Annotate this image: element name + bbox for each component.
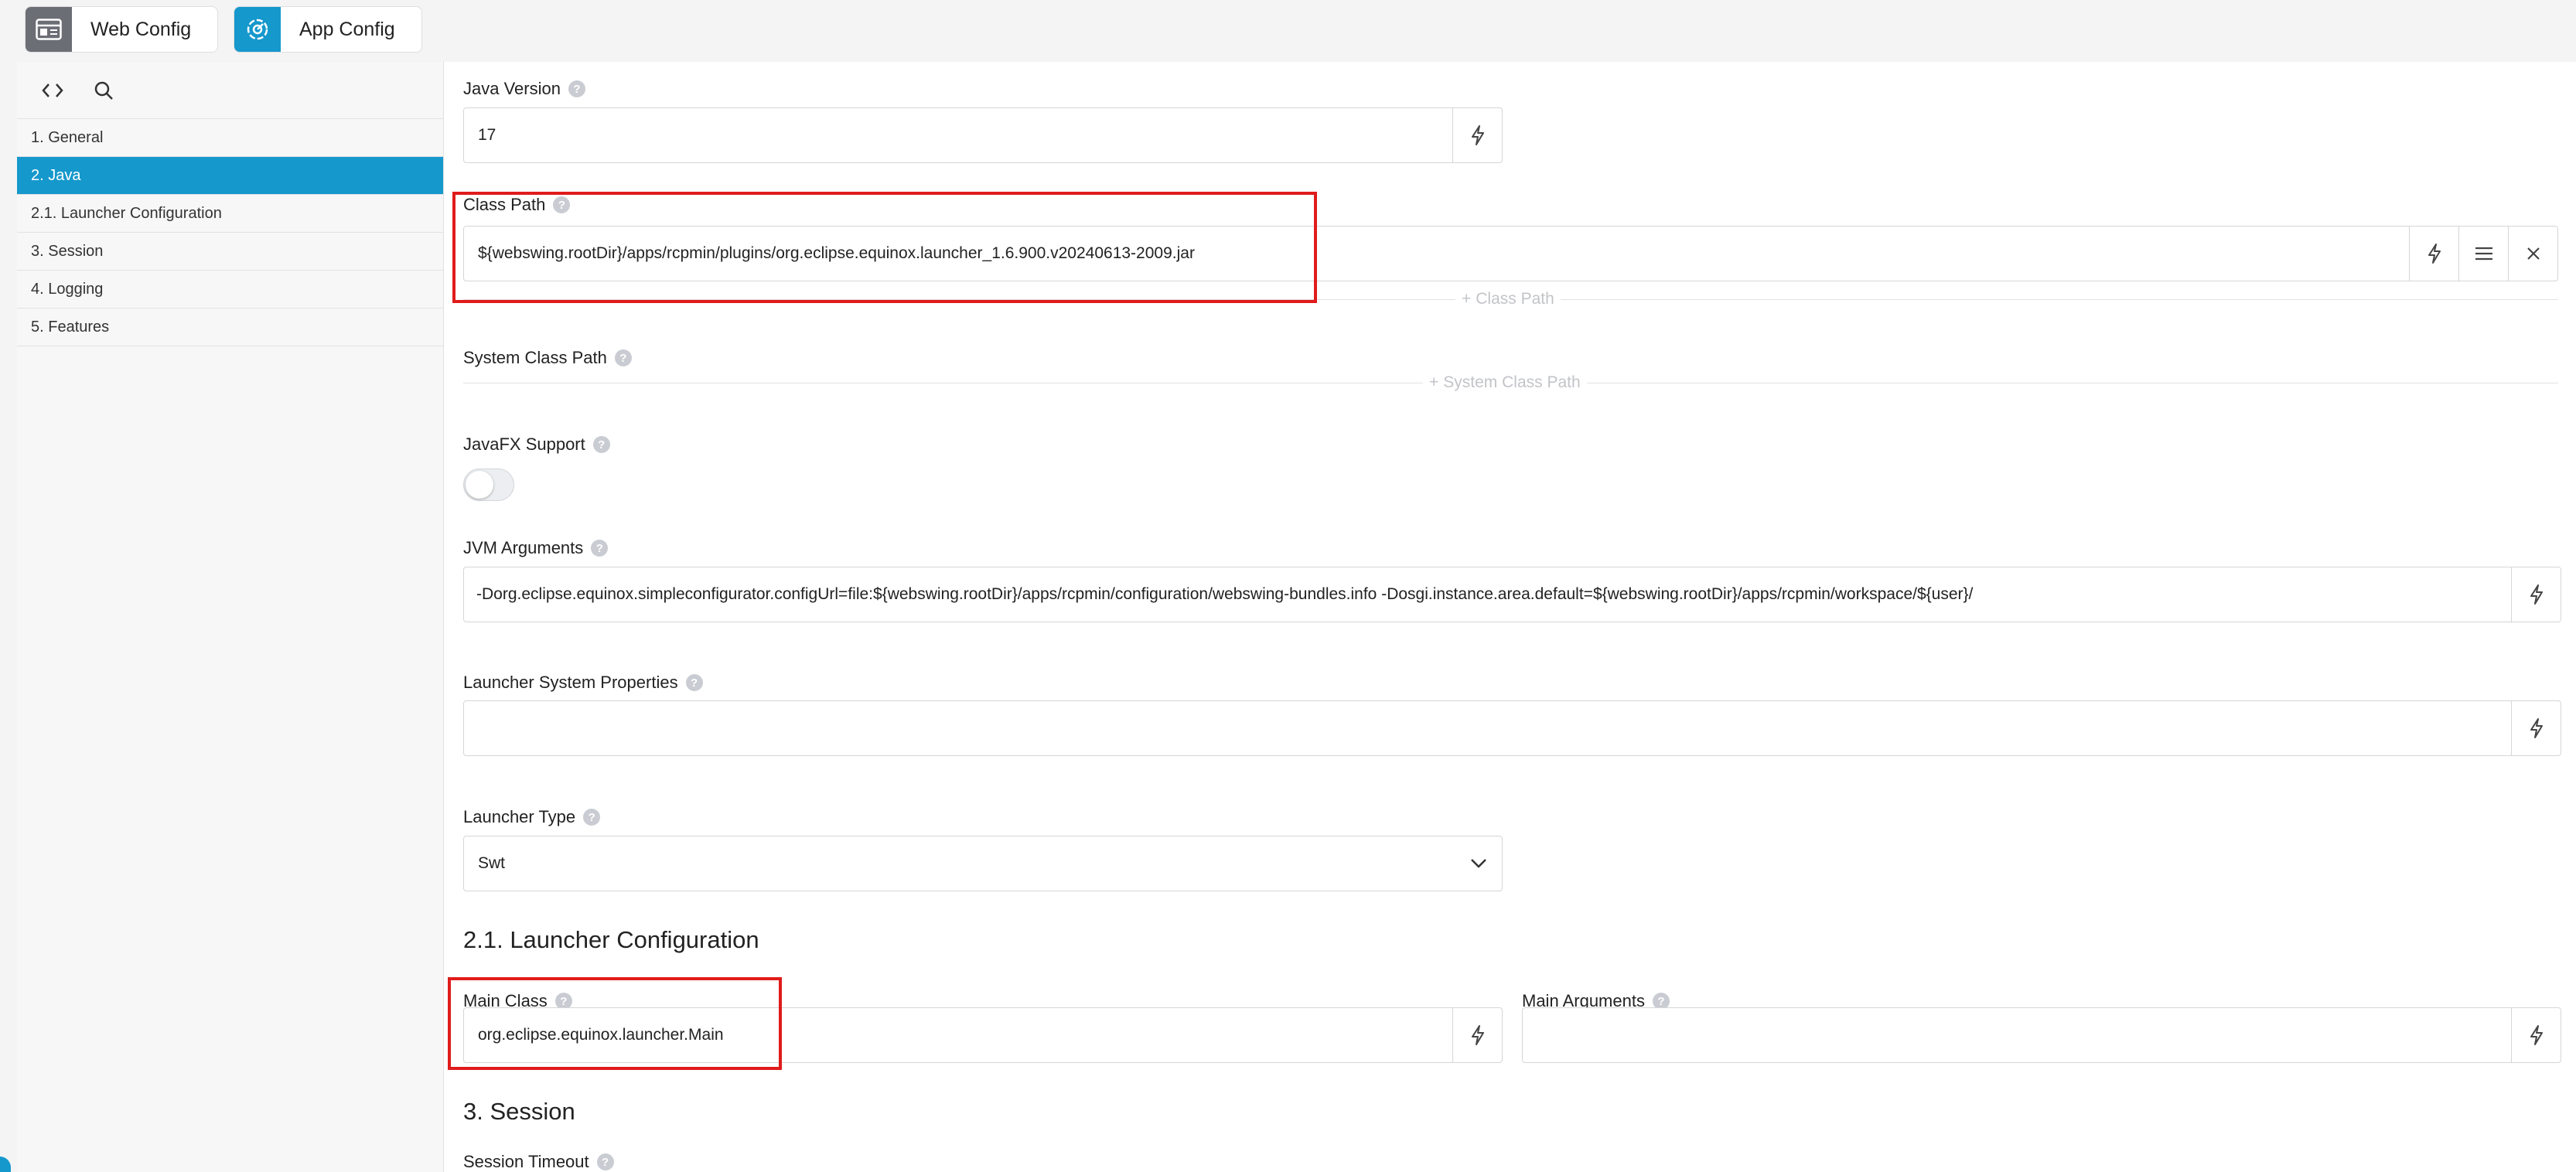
- session-heading: 3. Session: [463, 1098, 575, 1125]
- launcher-system-properties-label-text: Launcher System Properties: [463, 673, 678, 692]
- plus-icon: +: [1429, 373, 1439, 391]
- main-content: Java Version ? 17 Class Path ? ${webswin…: [444, 62, 2576, 1172]
- class-path-input[interactable]: ${webswing.rootDir}/apps/rcpmin/plugins/…: [464, 227, 2409, 281]
- add-system-class-path-button[interactable]: + System Class Path: [1423, 373, 1587, 393]
- lightning-icon[interactable]: [2511, 701, 2561, 755]
- plus-icon: +: [1462, 290, 1472, 308]
- help-icon[interactable]: ?: [568, 80, 585, 97]
- java-version-label: Java Version ?: [463, 79, 585, 99]
- jvm-arguments-label-text: JVM Arguments: [463, 538, 584, 557]
- launcher-type-label-text: Launcher Type: [463, 807, 576, 826]
- launcher-type-value: Swt: [478, 854, 506, 872]
- app-gear-icon: [234, 7, 281, 52]
- main-arguments-input[interactable]: [1523, 1008, 2511, 1062]
- jvm-arguments-field: -Dorg.eclipse.equinox.simpleconfigurator…: [463, 567, 2561, 622]
- class-path-label-text: Class Path: [463, 195, 546, 214]
- lightning-icon[interactable]: [2511, 1008, 2561, 1062]
- sidebar-item-general[interactable]: 1. General: [17, 119, 443, 157]
- help-icon[interactable]: ?: [583, 809, 601, 826]
- javafx-support-toggle[interactable]: [463, 468, 514, 501]
- jvm-arguments-label: JVM Arguments ?: [463, 538, 609, 558]
- launcher-system-properties-input[interactable]: [464, 701, 2511, 755]
- help-icon[interactable]: ?: [591, 540, 609, 557]
- add-class-path-button[interactable]: + Class Path: [1455, 289, 1561, 309]
- code-brackets-icon[interactable]: [36, 73, 70, 107]
- lightning-icon[interactable]: [1452, 108, 1502, 162]
- sidebar-item-launcher-configuration[interactable]: 2.1. Launcher Configuration: [17, 195, 443, 233]
- lightning-icon[interactable]: [2409, 227, 2458, 281]
- launcher-configuration-heading: 2.1. Launcher Configuration: [463, 926, 759, 953]
- main-arguments-field: [1522, 1007, 2561, 1063]
- toggle-knob: [466, 471, 493, 499]
- sidebar-item-java[interactable]: 2. Java: [17, 157, 443, 195]
- system-class-path-label-text: System Class Path: [463, 348, 607, 367]
- help-icon[interactable]: ?: [614, 349, 632, 366]
- javafx-support-label: JavaFX Support ?: [463, 434, 610, 455]
- sidebar: 1. General 2. Java 2.1. Launcher Configu…: [17, 62, 444, 1172]
- side-panel-handle[interactable]: [0, 1157, 11, 1172]
- main-class-field: org.eclipse.equinox.launcher.Main: [463, 1007, 1503, 1063]
- java-version-field: 17: [463, 107, 1503, 163]
- browser-window-icon: [26, 7, 72, 52]
- launcher-type-select[interactable]: Swt: [463, 836, 1503, 891]
- lightning-icon[interactable]: [1452, 1008, 1502, 1062]
- chevron-down-icon: [1455, 836, 1502, 891]
- help-icon[interactable]: ?: [553, 196, 571, 213]
- main-class-input[interactable]: org.eclipse.equinox.launcher.Main: [464, 1008, 1452, 1062]
- tab-web-config-label: Web Config: [90, 18, 192, 40]
- jvm-arguments-input[interactable]: -Dorg.eclipse.equinox.simpleconfigurator…: [464, 567, 2511, 622]
- java-version-label-text: Java Version: [463, 79, 561, 98]
- session-timeout-label-text: Session Timeout: [463, 1152, 589, 1171]
- sidebar-item-features[interactable]: 5. Features: [17, 308, 443, 346]
- add-system-class-path-label: System Class Path: [1443, 373, 1581, 391]
- lightning-icon[interactable]: [2511, 567, 2561, 622]
- menu-lines-icon[interactable]: [2458, 227, 2508, 281]
- tab-app-config[interactable]: App Config: [234, 6, 422, 53]
- session-timeout-label: Session Timeout ?: [463, 1152, 614, 1172]
- search-icon[interactable]: [87, 73, 121, 107]
- class-path-field: ${webswing.rootDir}/apps/rcpmin/plugins/…: [463, 226, 2558, 281]
- help-icon[interactable]: ?: [685, 674, 703, 691]
- class-path-label: Class Path ?: [463, 195, 571, 215]
- launcher-type-label: Launcher Type ?: [463, 807, 601, 827]
- add-class-path-label: Class Path: [1476, 290, 1554, 308]
- javafx-support-label-text: JavaFX Support: [463, 434, 585, 454]
- sidebar-item-logging[interactable]: 4. Logging: [17, 271, 443, 308]
- tab-web-config[interactable]: Web Config: [25, 6, 218, 53]
- close-icon[interactable]: [2508, 227, 2557, 281]
- sidebar-item-session[interactable]: 3. Session: [17, 233, 443, 271]
- sidebar-toolbar: [17, 62, 443, 119]
- help-icon[interactable]: ?: [592, 436, 610, 453]
- java-version-input[interactable]: 17: [464, 108, 1452, 162]
- launcher-system-properties-field: [463, 700, 2561, 756]
- help-icon[interactable]: ?: [596, 1153, 614, 1170]
- config-tabbar: Web Config App Config: [0, 0, 2576, 62]
- system-class-path-label: System Class Path ?: [463, 348, 632, 368]
- launcher-system-properties-label: Launcher System Properties ?: [463, 673, 703, 693]
- tab-app-config-label: App Config: [299, 18, 395, 40]
